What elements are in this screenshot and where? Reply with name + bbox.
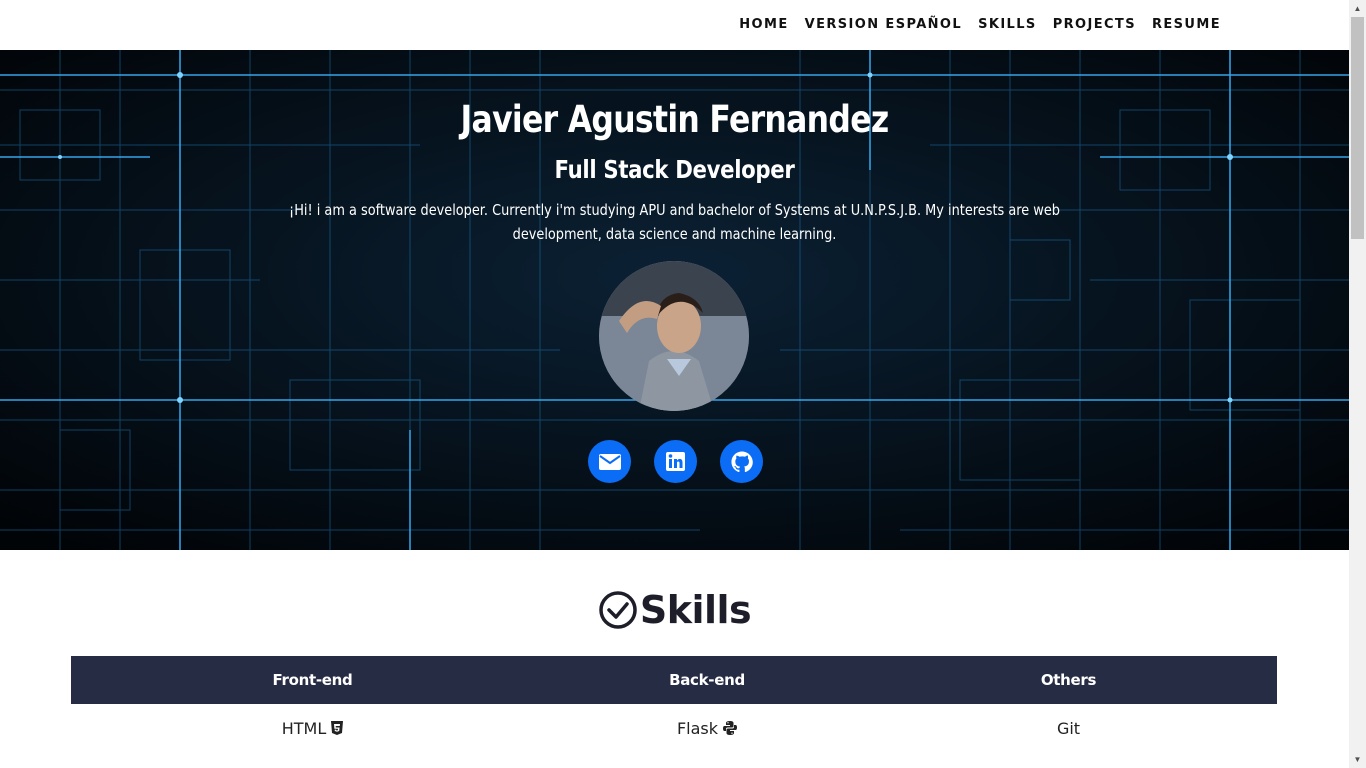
nav-projects-link[interactable]: PROJECTS <box>1053 0 1136 50</box>
column-header-frontend: Front-end <box>71 656 554 704</box>
column-header-others: Others <box>860 656 1277 704</box>
social-links <box>588 440 763 483</box>
html5-icon <box>331 721 344 735</box>
skill-cell-others: Git <box>860 704 1277 752</box>
skill-cell-frontend: HTML <box>71 704 554 752</box>
skills-title-text: Skills <box>639 588 752 632</box>
skill-label: HTML <box>281 718 327 738</box>
column-header-backend: Back-end <box>554 656 860 704</box>
hero-bio: ¡Hi! i am a software developer. Currentl… <box>289 201 1060 243</box>
scroll-down-arrow-icon[interactable]: ▼ <box>1349 751 1366 768</box>
hero-role: Full Stack Developer <box>554 155 795 184</box>
skill-label: Git <box>1056 718 1081 738</box>
nav-skills-link[interactable]: SKILLS <box>978 0 1037 50</box>
github-button[interactable] <box>720 440 763 483</box>
python-icon <box>723 721 738 735</box>
vertical-scrollbar[interactable]: ▲ ▼ <box>1349 0 1366 768</box>
table-row: HTML Flask Git <box>71 704 1277 752</box>
nav-version-espanol-link[interactable]: VERSION ESPAÑOL <box>805 0 962 50</box>
skills-title: Skills <box>0 588 1349 632</box>
linkedin-button[interactable] <box>654 440 697 483</box>
nav-resume-link[interactable]: RESUME <box>1152 0 1221 50</box>
avatar <box>599 261 749 411</box>
top-navbar: HOME VERSION ESPAÑOL SKILLS PROJECTS RES… <box>0 0 1349 50</box>
hero-content: Javier Agustin Fernandez Full Stack Deve… <box>0 50 1349 550</box>
nav-home-link[interactable]: HOME <box>739 0 788 50</box>
envelope-icon <box>598 453 621 470</box>
scroll-thumb[interactable] <box>1351 17 1364 239</box>
check-circle-icon <box>599 591 637 629</box>
skill-label: Flask <box>676 718 719 738</box>
email-button[interactable] <box>588 440 631 483</box>
linkedin-icon <box>666 452 685 471</box>
hero-name: Javier Agustin Fernandez <box>460 98 889 141</box>
skill-cell-backend: Flask <box>554 704 860 752</box>
skills-table: Front-end Back-end Others HTML Flask Git <box>71 656 1277 752</box>
skills-header-row: Front-end Back-end Others <box>71 656 1277 704</box>
hero-section: Javier Agustin Fernandez Full Stack Deve… <box>0 50 1349 550</box>
github-icon <box>730 450 753 472</box>
scroll-up-arrow-icon[interactable]: ▲ <box>1349 0 1366 17</box>
